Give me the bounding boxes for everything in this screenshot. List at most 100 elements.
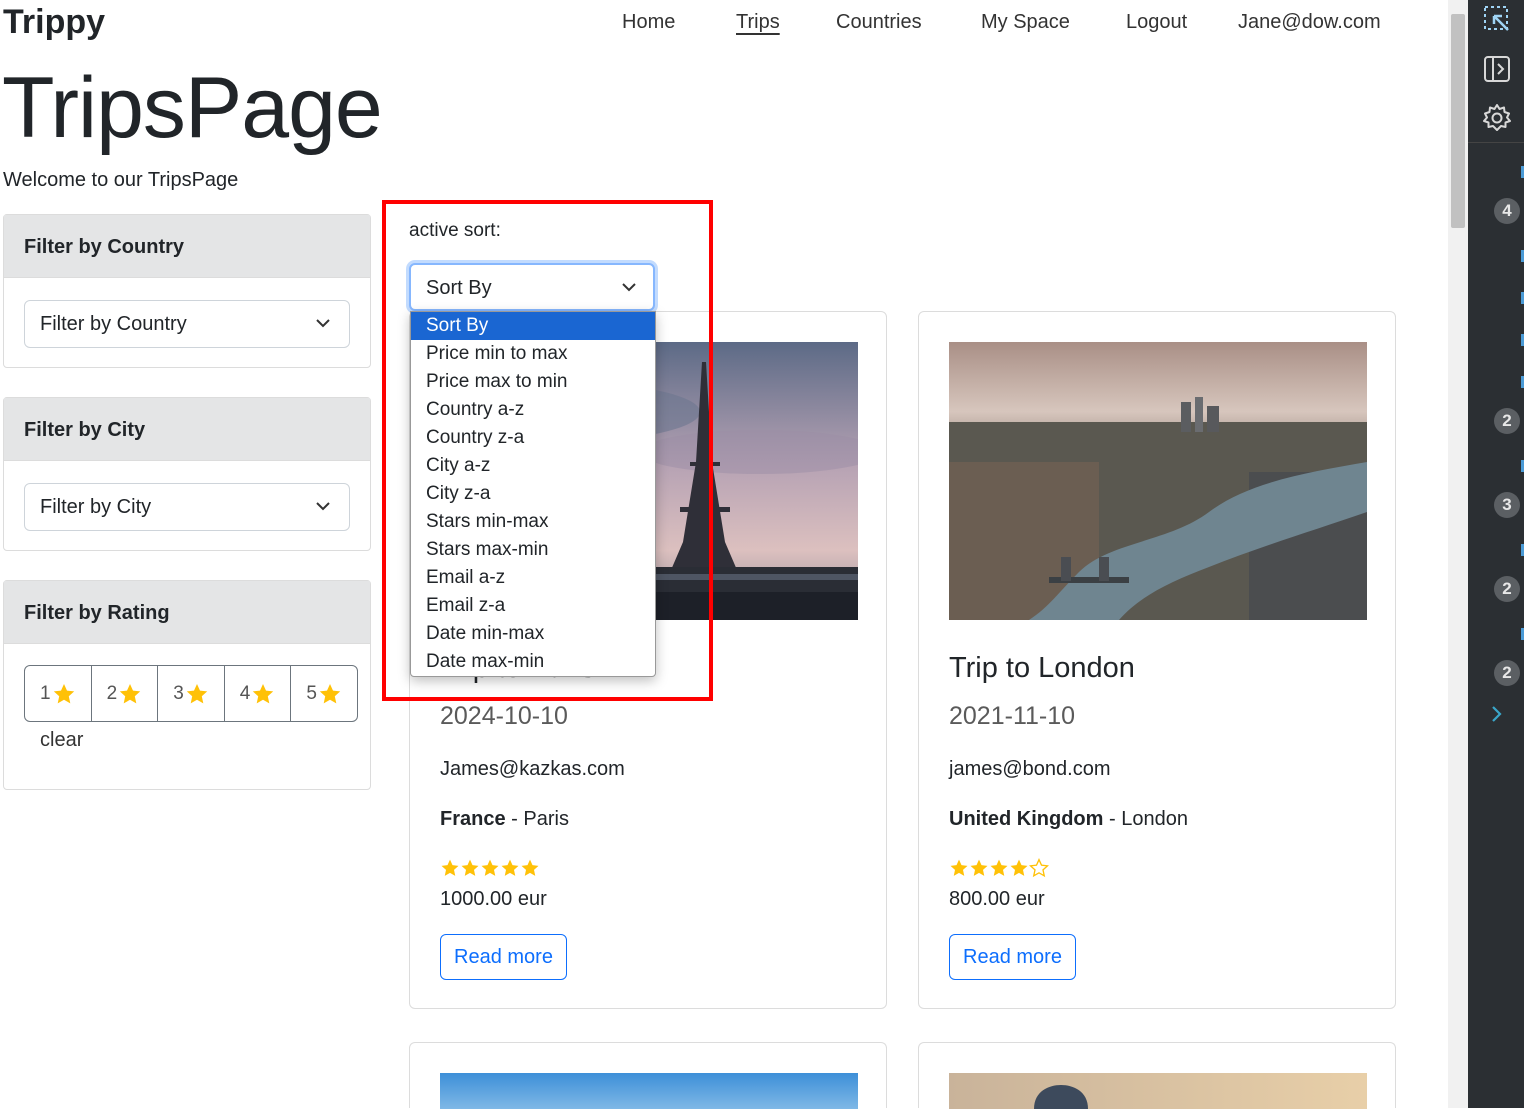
nav-countries[interactable]: Countries [836, 8, 922, 36]
rating-label: 2 [106, 682, 118, 704]
chevron-down-icon [316, 319, 330, 328]
trip-title: Trip to London [949, 652, 1135, 684]
select-element-icon[interactable] [1482, 4, 1512, 34]
rating-2-button[interactable]: 2 [92, 666, 159, 721]
filter-rating-title: Filter by Rating [4, 581, 370, 644]
trip-city: Paris [523, 808, 569, 830]
chevron-down-icon [622, 283, 636, 292]
main-nav: Home Trips Countries My Space Logout Jan… [0, 8, 1440, 38]
filter-city-select[interactable]: Filter by City [24, 483, 350, 531]
rating-label: 3 [173, 682, 184, 704]
filter-country-value: Filter by Country [40, 313, 187, 335]
star-filled-icon [461, 859, 479, 876]
issue-count-badge[interactable]: 2 [1494, 660, 1520, 686]
trip-image-sky [440, 1073, 858, 1109]
read-more-button[interactable]: Read more [949, 934, 1076, 980]
trip-date: 2024-10-10 [440, 702, 568, 730]
star-icon [186, 683, 207, 703]
sort-label: active sort: [409, 220, 501, 241]
issue-count-badge[interactable]: 3 [1494, 492, 1520, 518]
nav-home[interactable]: Home [622, 8, 675, 36]
trip-country: France [440, 808, 506, 830]
rating-4-button[interactable]: 4 [225, 666, 292, 721]
trip-price: 1000.00 eur [440, 888, 547, 910]
rating-label: 5 [306, 682, 317, 704]
star-filled-icon [441, 859, 459, 876]
trip-country: United Kingdom [949, 808, 1104, 830]
star-icon [53, 683, 74, 703]
trip-price: 800.00 eur [949, 888, 1045, 910]
star-filled-icon [501, 859, 519, 876]
sort-option[interactable]: City z-a [411, 480, 655, 508]
sky-image [440, 1073, 858, 1109]
nav-my-space[interactable]: My Space [981, 8, 1070, 36]
read-more-button[interactable]: Read more [440, 934, 567, 980]
city-image [949, 1073, 1367, 1109]
sort-option[interactable]: City a-z [411, 452, 655, 480]
trip-email: James@kazkas.com [440, 758, 625, 780]
rating-3-button[interactable]: 3 [158, 666, 225, 721]
nav-trips[interactable]: Trips [736, 8, 780, 36]
issue-count-badge[interactable]: 2 [1494, 408, 1520, 434]
rating-5-button[interactable]: 5 [291, 666, 357, 721]
trip-image-london [949, 342, 1367, 620]
star-filled-icon [1010, 859, 1028, 876]
toolbar-separator [1468, 142, 1524, 143]
trip-location-separator: - [505, 808, 524, 830]
sort-option[interactable]: Country z-a [411, 424, 655, 452]
rating-1-button[interactable]: 1 [25, 666, 92, 721]
rating-label: 4 [239, 682, 251, 704]
sort-select[interactable]: Sort By [409, 263, 655, 311]
sort-option[interactable]: Email z-a [411, 592, 655, 620]
sort-option[interactable]: Stars min-max [411, 508, 655, 536]
issue-count-badge[interactable]: 4 [1494, 198, 1520, 224]
rating-button-group: 1 2 3 4 5 [24, 665, 358, 722]
gear-icon[interactable] [1482, 103, 1512, 133]
star-icon [319, 683, 341, 703]
filter-country-select[interactable]: Filter by Country [24, 300, 350, 348]
star-icon [253, 683, 274, 703]
page-lead: Welcome to our TripsPage [3, 169, 239, 191]
nav-logout[interactable]: Logout [1126, 8, 1187, 36]
trip-image-city [949, 1073, 1367, 1109]
sort-option[interactable]: Price min to max [411, 340, 655, 368]
sort-option[interactable]: Date max-min [411, 648, 655, 676]
filter-country-card: Filter by Country Filter by Country [3, 214, 371, 368]
chevron-down-icon [316, 502, 330, 511]
filter-rating-card: Filter by Rating 1 2 3 4 5 clear [3, 580, 371, 790]
devtools-side-panel: 4 2 3 2 2 [1468, 0, 1524, 1108]
sort-option[interactable]: Email a-z [411, 564, 655, 592]
trip-email: james@bond.com [949, 758, 1111, 780]
scrollbar-thumb[interactable] [1451, 14, 1465, 228]
filter-country-title: Filter by Country [4, 215, 370, 278]
nav-user-email[interactable]: Jane@dow.com [1238, 8, 1381, 36]
trip-card-partial [409, 1042, 887, 1109]
london-aerial-image [949, 342, 1367, 620]
page-scrollbar[interactable] [1448, 0, 1468, 1108]
star-filled-icon [521, 859, 539, 876]
toggle-panel-icon[interactable] [1482, 54, 1512, 84]
sort-dropdown-list: Sort By Price min to max Price max to mi… [410, 311, 656, 677]
sort-option[interactable]: Sort By [411, 312, 655, 340]
star-icon [119, 683, 141, 703]
star-filled-icon [990, 859, 1008, 876]
star-empty-icon [1029, 858, 1049, 878]
sort-option[interactable]: Date min-max [411, 620, 655, 648]
sort-option[interactable]: Country a-z [411, 396, 655, 424]
issue-count-badge[interactable]: 2 [1494, 576, 1520, 602]
chevron-right-icon[interactable] [1490, 704, 1504, 724]
trip-date: 2021-11-10 [949, 702, 1076, 730]
filter-city-value: Filter by City [40, 496, 152, 518]
clear-rating-link[interactable]: clear [40, 729, 83, 752]
trip-card-london: Trip to London 2021-11-10 james@bond.com… [918, 311, 1396, 1009]
trip-location: United Kingdom - London [949, 808, 1188, 831]
star-filled-icon [481, 859, 499, 876]
page-title: TripsPage [2, 60, 383, 156]
rating-label: 1 [40, 682, 51, 704]
trip-rating [440, 858, 540, 880]
trip-location-separator: - [1103, 808, 1122, 830]
sort-option[interactable]: Stars max-min [411, 536, 655, 564]
trip-location: France - Paris [440, 808, 569, 831]
sort-option[interactable]: Price max to min [411, 368, 655, 396]
star-filled-icon [950, 859, 968, 876]
